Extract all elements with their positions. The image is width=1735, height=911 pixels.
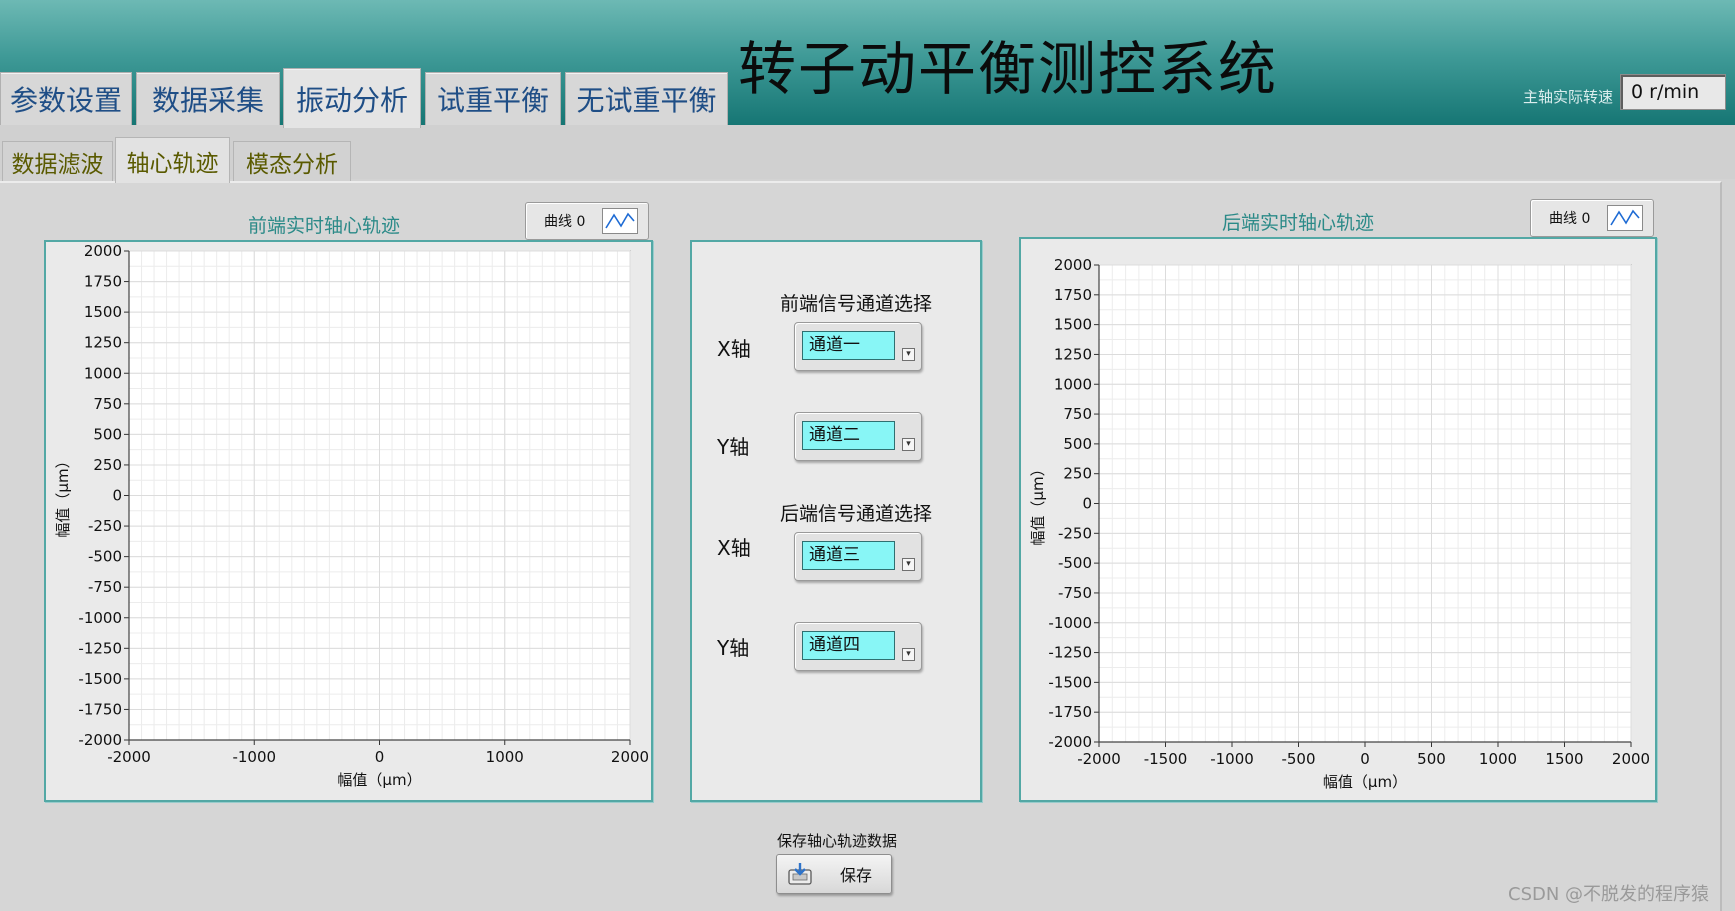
rear-y-tick-label: -1000 xyxy=(1048,614,1092,632)
tab-no-trial-weight-balance[interactable]: 无试重平衡 xyxy=(565,72,728,125)
app-title: 转子动平衡测控系统 xyxy=(738,35,1279,103)
rear-y-tick-label: 1500 xyxy=(1054,316,1092,334)
rear-y-tick-label: 250 xyxy=(1063,465,1092,483)
rear-y-tick-label: 750 xyxy=(1063,405,1092,423)
front-y-tick-label: -250 xyxy=(88,517,122,535)
front-y-tick-label: -1750 xyxy=(78,700,122,718)
rear-orbit-plot: -2000 -1500 -1000 -500 0 500 1000 1500 2000 2000 1… xyxy=(1029,256,1650,791)
rear-y-tick-label: 2000 xyxy=(1054,256,1092,274)
save-caption: 保存轴心轨迹数据 xyxy=(777,832,898,850)
rear-x-tick-label: -500 xyxy=(1281,750,1315,768)
rear-y-tick-label: -250 xyxy=(1058,524,1092,542)
chevron-down-icon[interactable]: ▾ xyxy=(902,648,915,661)
front-chart-title: 前端实时轴心轨迹 xyxy=(248,215,401,237)
save-disk-icon xyxy=(788,863,812,885)
rear-y-channel-select[interactable]: 通道四 ▾ xyxy=(794,622,922,671)
rear-x-tick-label: -1500 xyxy=(1144,750,1188,768)
front-y-tick-label: -1500 xyxy=(78,670,122,688)
front-y-axis-title: 幅值（μm） xyxy=(54,453,72,537)
rear-x-tick-label: 2000 xyxy=(1612,750,1650,768)
front-y-tick-label: 500 xyxy=(93,425,122,443)
front-x-tick-label: 1000 xyxy=(486,748,524,766)
tab-trial-weight-balance[interactable]: 试重平衡 xyxy=(425,72,561,125)
chevron-down-icon[interactable]: ▾ xyxy=(902,438,915,451)
rear-y-tick-label: -750 xyxy=(1058,584,1092,602)
front-y-channel-select[interactable]: 通道二 ▾ xyxy=(794,412,922,461)
watermark-text: CSDN @不脱发的程序猿 xyxy=(1508,884,1710,905)
rear-y-tick-label: -1500 xyxy=(1048,673,1092,691)
front-y-tick-label: 0 xyxy=(112,487,122,505)
rear-y-tick-label: 500 xyxy=(1063,435,1092,453)
front-y-tick-label: 750 xyxy=(93,395,122,413)
front-y-tick-label: 1250 xyxy=(84,334,122,352)
front-channel-title: 前端信号通道选择 xyxy=(780,293,933,315)
rear-y-tick-label: 1000 xyxy=(1054,375,1092,393)
tab-data-filter[interactable]: 数据滤波 xyxy=(2,141,113,181)
rear-x-axis-title: 幅值（μm） xyxy=(1323,773,1407,791)
front-y-tick-label: -750 xyxy=(88,578,122,596)
rear-y-tick-label: 1250 xyxy=(1054,345,1092,363)
rear-channel-title: 后端信号通道选择 xyxy=(780,503,933,525)
rear-y-tick-label: -1250 xyxy=(1048,644,1092,662)
front-x-axis-title: 幅值（μm） xyxy=(337,771,421,789)
rear-x-axis-label: X轴 xyxy=(717,536,751,560)
front-y-tick-label: -500 xyxy=(88,548,122,566)
front-legend-label: 曲线 0 xyxy=(544,214,586,230)
tab-parameter-settings[interactable]: 参数设置 xyxy=(0,72,132,125)
tab-data-acquisition[interactable]: 数据采集 xyxy=(136,72,280,125)
tab-modal-analysis[interactable]: 模态分析 xyxy=(233,141,351,181)
front-x-channel-select[interactable]: 通道一 ▾ xyxy=(794,322,922,371)
front-y-axis-label: Y轴 xyxy=(717,435,750,459)
front-y-tick-label: -2000 xyxy=(78,731,122,749)
rear-x-tick-label: 1500 xyxy=(1545,750,1583,768)
rear-y-tick-label: -2000 xyxy=(1048,733,1092,751)
save-button-label: 保存 xyxy=(840,866,873,885)
rear-legend-label: 曲线 0 xyxy=(1549,211,1591,227)
rear-y-tick-label: 1750 xyxy=(1054,286,1092,304)
rear-chart-title: 后端实时轴心轨迹 xyxy=(1222,212,1375,234)
rear-y-tick-label: -1750 xyxy=(1048,703,1092,721)
rear-x-tick-label: 500 xyxy=(1417,750,1446,768)
rear-y-tick-label: -500 xyxy=(1058,554,1092,572)
front-y-tick-label: 250 xyxy=(93,456,122,474)
rear-orbit-graph: -2000 -1500 -1000 -500 0 500 1000 1500 2000 2000 1… xyxy=(1019,237,1657,802)
rear-y-tick-label: 0 xyxy=(1082,495,1092,513)
rear-x-tick-label: 1000 xyxy=(1479,750,1517,768)
front-x-tick-label: -1000 xyxy=(232,748,276,766)
save-button[interactable]: 保存 xyxy=(776,854,892,894)
front-x-channel-value: 通道一 xyxy=(802,331,895,360)
front-x-tick-label: 2000 xyxy=(611,748,649,766)
rear-x-tick-label: -2000 xyxy=(1077,750,1121,768)
front-y-tick-label: -1250 xyxy=(78,639,122,657)
front-x-axis-label: X轴 xyxy=(717,337,751,361)
front-x-tick-label: 0 xyxy=(375,748,385,766)
front-y-tick-label: 2000 xyxy=(84,242,122,260)
rear-x-tick-label: 0 xyxy=(1360,750,1370,768)
tab-axis-orbit[interactable]: 轴心轨迹 xyxy=(115,137,230,183)
rear-y-channel-value: 通道四 xyxy=(802,631,895,660)
plot-line-icon xyxy=(1607,205,1643,231)
chevron-down-icon[interactable]: ▾ xyxy=(902,348,915,361)
front-chart-legend[interactable]: 曲线 0 xyxy=(525,202,649,240)
front-x-tick-label: -2000 xyxy=(107,748,151,766)
rear-chart-legend[interactable]: 曲线 0 xyxy=(1530,199,1654,237)
rear-x-channel-select[interactable]: 通道三 ▾ xyxy=(794,532,922,581)
spindle-speed-label: 主轴实际转速 xyxy=(1523,88,1614,106)
rear-x-channel-value: 通道三 xyxy=(802,541,895,570)
spindle-speed-indicator: 0 r/min xyxy=(1620,74,1726,110)
front-orbit-plot: -2000 -1000 0 1000 2000 2000 1750 1500 1250 1000 7… xyxy=(54,242,649,789)
front-y-tick-label: 1500 xyxy=(84,303,122,321)
rear-y-axis-title: 幅值（μm） xyxy=(1029,461,1047,545)
front-y-tick-label: 1000 xyxy=(84,364,122,382)
front-orbit-graph: -2000 -1000 0 1000 2000 2000 1750 1500 1250 1000 7… xyxy=(44,240,653,802)
front-y-tick-label: -1000 xyxy=(78,609,122,627)
front-y-channel-value: 通道二 xyxy=(802,421,895,450)
plot-line-icon xyxy=(602,208,638,234)
rear-x-tick-label: -1000 xyxy=(1210,750,1254,768)
front-y-tick-label: 1750 xyxy=(84,273,122,291)
chevron-down-icon[interactable]: ▾ xyxy=(902,558,915,571)
rear-y-axis-label: Y轴 xyxy=(717,636,750,660)
tab-vibration-analysis[interactable]: 振动分析 xyxy=(283,68,421,128)
